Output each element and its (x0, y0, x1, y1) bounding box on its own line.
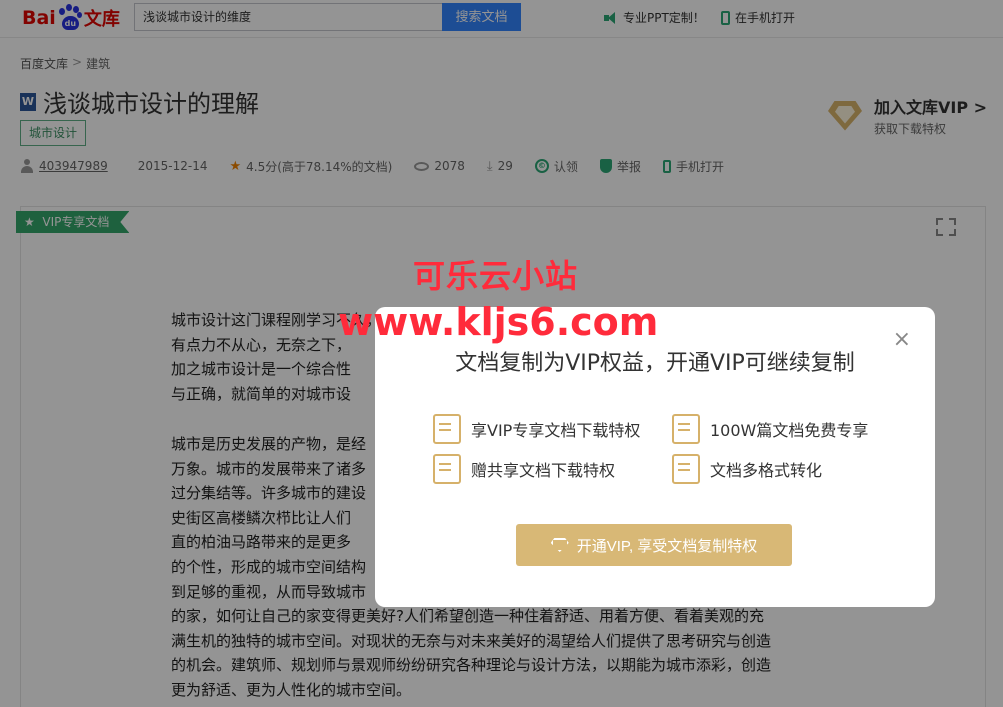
vip-copy-modal: × 文档复制为VIP权益，开通VIP可继续复制 享VIP专享文档下载特权 100… (375, 307, 935, 607)
perk-label: 100W篇文档免费专享 (710, 421, 869, 440)
perk-label: 享VIP专享文档下载特权 (471, 421, 641, 440)
document-convert-icon (672, 454, 700, 484)
diamond-icon (550, 538, 569, 552)
document-refresh-icon (433, 454, 461, 484)
document-star-icon (433, 414, 461, 444)
watermark-title: 可乐云小站 (413, 257, 579, 295)
open-vip-button[interactable]: 开通VIP, 享受文档复制特权 (516, 524, 792, 566)
perk-item: 文档多格式转化 (672, 454, 822, 484)
open-vip-label: 开通VIP, 享受文档复制特权 (576, 537, 758, 555)
perk-label: 赠共享文档下载特权 (471, 461, 616, 480)
watermark-url: www.kljs6.com (338, 300, 659, 344)
perk-item: 100W篇文档免费专享 (672, 414, 868, 444)
perk-item: 享VIP专享文档下载特权 (433, 414, 640, 444)
perk-item: 赠共享文档下载特权 (433, 454, 615, 484)
modal-title: 文档复制为VIP权益，开通VIP可继续复制 (455, 351, 855, 376)
perk-label: 文档多格式转化 (710, 461, 823, 480)
document-free-icon (672, 414, 700, 444)
